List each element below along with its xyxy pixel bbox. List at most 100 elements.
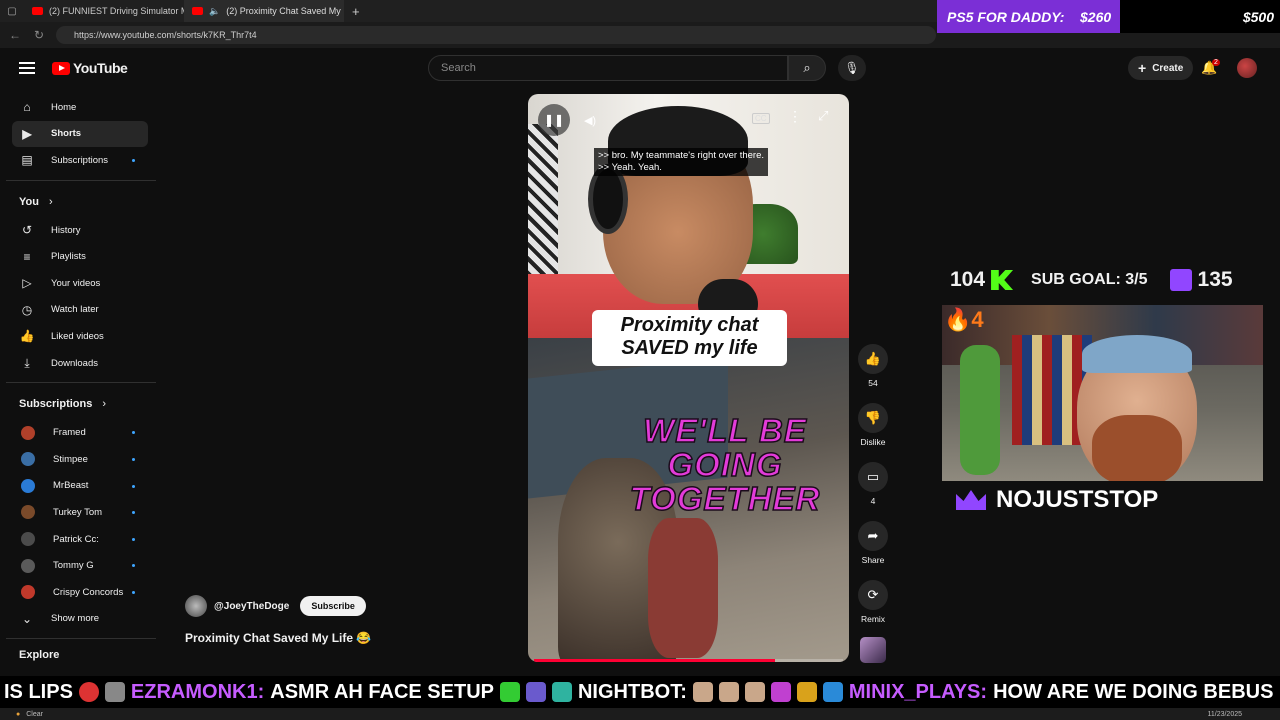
channel-label: Crispy Concords [53,586,124,598]
video-title: Proximity Chat Saved My Life 😂 [185,631,372,645]
youtube-logo[interactable]: YouTube [52,60,128,76]
channel-avatar [21,478,35,493]
search-input[interactable]: Search [428,55,788,81]
fire-counter: 🔥4 [944,307,984,332]
sidebar-section-subscriptions[interactable]: Subscriptions › [0,389,160,419]
remix-button[interactable]: ⟳ [858,580,888,610]
dislike-label: Dislike [860,437,886,447]
sidebar-channel-crispy-concords[interactable]: Crispy Concords [0,579,160,606]
streamer-namebar: NOJUSTSTOP [944,482,1262,518]
chat-ticker: IS LIPS EZRAMONK1: ASMR AH FACE SETUP NI… [0,676,1280,708]
sidebar-section-you[interactable]: You › [0,187,160,217]
search-button[interactable]: ⌕ [788,55,826,81]
voice-search-button[interactable]: 🎙 [838,55,866,81]
shorts-icon: ▶ [22,126,32,141]
dislike-action: 👎 Dislike [852,403,894,462]
sound-thumbnail[interactable] [860,637,886,663]
sidebar-channel-turkey-tom[interactable]: Turkey Tom [0,499,160,526]
streamer-webcam: 🔥4 [942,305,1263,481]
thumbs-down-icon: 👎 [864,410,882,425]
like-button[interactable]: 👍 [858,344,888,374]
youtube-favicon-icon [32,7,43,15]
playlists-icon: ≡ [23,249,31,264]
dislike-button[interactable]: 👎 [858,403,888,433]
captions-button[interactable]: CC [752,113,770,124]
channel-name[interactable]: @JoeyTheDoge [214,601,289,612]
donation-goal-bar: PS5 FOR DADDY: $260 $500 [937,0,1280,33]
download-icon: ⤓ [24,355,30,370]
ticker-username: MINIX_PLAYS: [848,680,988,703]
reload-icon[interactable]: ↻ [32,28,46,42]
twitch-logo-icon [1169,269,1192,291]
channel-row: @JoeyTheDoge Subscribe [185,595,366,617]
menu-icon[interactable] [19,62,35,74]
new-content-dot [132,511,135,515]
youtube-play-icon [52,61,70,75]
more-options-icon[interactable]: ⋮ [788,108,802,125]
emote-icon [525,682,546,702]
emote-icon [796,682,817,702]
ticker-text: ASMR AH FACE SETUP [270,680,494,703]
emote-icon [104,682,125,702]
sidebar-item-watch-later[interactable]: ◷ Watch later [0,297,160,324]
channel-label: Tommy G [53,560,94,572]
section-heading: Explore [19,649,60,662]
sidebar-item-shorts[interactable]: ▶ Shorts [12,120,148,148]
divider [6,638,156,640]
video-overlay-text: WE'LL BE GOING TOGETHER [629,412,821,517]
url-field[interactable]: https://www.youtube.com/shorts/k7KR_Thr7… [56,26,936,44]
speaker-icon[interactable]: 🔈 [209,6,220,17]
kick-follower-count: 104 [950,268,986,291]
create-button[interactable]: + Create [1128,56,1194,80]
weather-icon: ● [16,710,21,718]
comments-action: ▭ 4 [852,462,894,521]
section-heading: Subscriptions [19,398,93,411]
sidebar-item-playlists[interactable]: ≡ Playlists [0,243,160,270]
sidebar-channel-stimpee[interactable]: Stimpee [0,446,160,473]
taskbar-date: 11/23/2025 [1207,710,1242,718]
back-icon[interactable]: ← [8,28,22,42]
sidebar-item-downloads[interactable]: ⤓ Downloads [0,350,160,377]
like-action: 👍 54 [852,344,894,403]
pause-button[interactable]: ❚❚ [538,104,570,136]
thumbs-up-icon: 👍 [864,351,882,366]
progress-bar[interactable] [534,659,843,662]
channel-avatar [21,532,35,547]
sidebar-item-history[interactable]: ↺ History [0,217,160,244]
new-content-dot [132,590,135,594]
browser-tab-active[interactable]: 🔈 (2) Proximity Chat Saved My ✕ [184,0,344,22]
channel-avatar[interactable] [185,595,207,617]
subscribe-button[interactable]: Subscribe [300,596,366,616]
volume-button[interactable]: ◀) [576,106,604,134]
sidebar-item-your-videos[interactable]: ▷ Your videos [0,270,160,297]
remix-action: ⟳ Remix [852,580,894,639]
sidebar-item-label: Watch later [51,304,99,316]
share-button[interactable]: ➦ [858,521,888,551]
sidebar-channel-framed[interactable]: Framed [0,419,160,446]
sidebar-channel-tommy-g[interactable]: Tommy G [0,552,160,579]
browser-tab[interactable]: (2) FUNNIEST Driving Simulator M ✕ [24,0,184,22]
hat [1082,335,1192,373]
home-icon: ⌂ [23,100,31,115]
clock-icon: ◷ [21,302,33,317]
caption-line: >> Yeah. Yeah. [598,162,662,173]
comments-button[interactable]: ▭ [858,462,888,492]
account-avatar[interactable] [1237,58,1257,78]
shorts-player[interactable]: >> bro. My teammate's right over there. … [528,94,849,662]
nightbot-icon [551,682,572,702]
fullscreen-icon[interactable]: ⤢ [818,108,828,124]
window-menu-icon[interactable]: ▢ [0,6,24,17]
channel-label: Stimpee [53,453,88,465]
new-tab-icon[interactable]: + [352,4,360,19]
your-videos-icon: ▷ [22,276,32,291]
logo-text: YouTube [73,60,128,76]
sidebar-channel-patrick-cc[interactable]: Patrick Cc: [0,526,160,553]
sidebar-channel-mrbeast[interactable]: MrBeast [0,473,160,500]
sidebar-item-label: Subscriptions [51,154,109,166]
show-more-button[interactable]: ⌄ Show more [0,606,160,633]
sidebar-item-home[interactable]: ⌂ Home [0,94,160,121]
sidebar-item-liked-videos[interactable]: 👍 Liked videos [0,323,160,350]
cam-counter: 4 [971,307,984,332]
sidebar-item-subscriptions[interactable]: ▤ Subscriptions [0,147,160,174]
pause-icon: ❚❚ [543,113,565,127]
